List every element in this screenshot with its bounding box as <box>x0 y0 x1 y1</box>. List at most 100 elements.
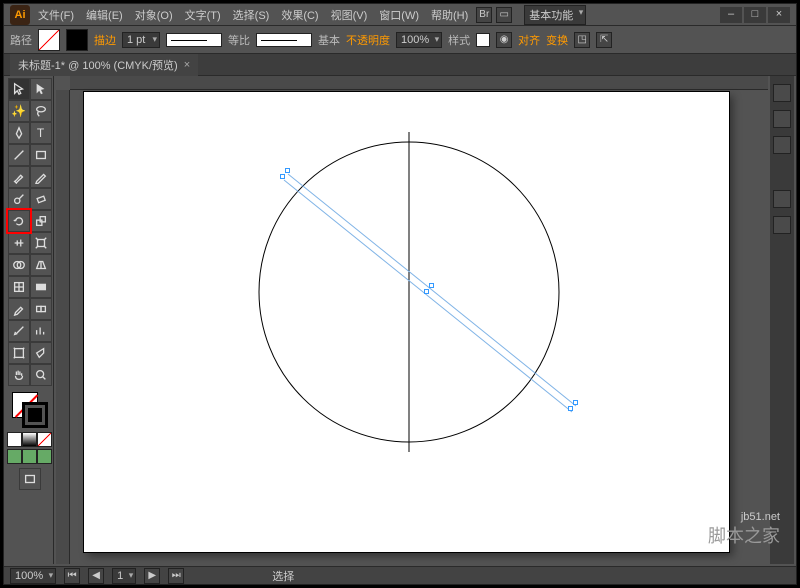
appearance-panel-icon[interactable] <box>773 190 791 208</box>
menu-window[interactable]: 窗口(W) <box>375 5 423 25</box>
menu-bar: Ai 文件(F) 编辑(E) 对象(O) 文字(T) 选择(S) 效果(C) 视… <box>4 4 796 26</box>
edit-icon[interactable]: ⇱ <box>596 32 612 48</box>
direct-selection-tool[interactable] <box>30 78 52 100</box>
document-tab-bar: 未标题-1* @ 100% (CMYK/预览) × <box>4 54 796 76</box>
menu-view[interactable]: 视图(V) <box>327 5 372 25</box>
window-close[interactable]: × <box>768 7 790 23</box>
window-minimize[interactable]: – <box>720 7 742 23</box>
workspace-switcher[interactable]: 基本功能 <box>524 5 586 25</box>
anchor-point[interactable] <box>424 289 429 294</box>
opacity-value[interactable]: 100% <box>396 32 442 48</box>
ruler-horizontal <box>70 76 768 90</box>
swatches-panel-icon[interactable] <box>773 110 791 128</box>
layers-panel-icon[interactable] <box>773 216 791 234</box>
anchor-point[interactable] <box>429 283 434 288</box>
stroke-panel-icon[interactable] <box>773 136 791 154</box>
blob-brush-tool[interactable] <box>8 188 30 210</box>
stroke-swatch[interactable] <box>66 29 88 51</box>
nav-next-icon[interactable]: ▶ <box>144 568 160 584</box>
opacity-label[interactable]: 不透明度 <box>346 32 390 48</box>
stroke-profile[interactable] <box>166 33 222 47</box>
style-label: 样式 <box>448 32 470 48</box>
symbol-sprayer-tool[interactable] <box>8 320 30 342</box>
zoom-level[interactable]: 100% <box>10 568 56 584</box>
fill-stroke-control[interactable] <box>10 390 50 430</box>
nav-last-icon[interactable]: ⏭ <box>168 568 184 584</box>
menu-effect[interactable]: 效果(C) <box>277 5 322 25</box>
rotate-tool[interactable] <box>8 210 30 232</box>
style-swatch[interactable] <box>476 33 490 47</box>
status-bar: 100% ⏮ ◀ 1 ▶ ⏭ 选择 <box>4 566 796 584</box>
free-transform-tool[interactable] <box>30 232 52 254</box>
selected-diagonal-lines <box>281 171 579 415</box>
artboard-tool[interactable] <box>8 342 30 364</box>
stroke-weight[interactable]: 1 pt <box>122 32 160 48</box>
basic-label: 基本 <box>318 32 340 48</box>
menu-object[interactable]: 对象(O) <box>131 5 177 25</box>
pen-tool[interactable] <box>8 122 30 144</box>
slice-tool[interactable] <box>30 342 52 364</box>
ruler-vertical <box>56 90 70 564</box>
anchor-point[interactable] <box>573 400 578 405</box>
anchor-point[interactable] <box>568 406 573 411</box>
perspective-tool[interactable] <box>30 254 52 276</box>
shape-builder-tool[interactable] <box>8 254 30 276</box>
nav-prev-icon[interactable]: ◀ <box>88 568 104 584</box>
mesh-tool[interactable] <box>8 276 30 298</box>
menu-edit[interactable]: 编辑(E) <box>82 5 127 25</box>
rectangle-tool[interactable] <box>30 144 52 166</box>
lasso-tool[interactable] <box>30 100 52 122</box>
hand-tool[interactable] <box>8 364 30 386</box>
right-panel-dock <box>770 76 794 564</box>
stroke-color[interactable] <box>22 402 48 428</box>
menu-select[interactable]: 选择(S) <box>229 5 274 25</box>
paintbrush-tool[interactable] <box>8 166 30 188</box>
column-graph-tool[interactable] <box>30 320 52 342</box>
type-tool[interactable]: T <box>30 122 52 144</box>
anchor-point[interactable] <box>285 168 290 173</box>
path-label: 路径 <box>10 32 32 48</box>
menu-help[interactable]: 帮助(H) <box>427 5 472 25</box>
color-mode-gradient[interactable] <box>22 432 37 447</box>
bridge-icon[interactable]: Br <box>476 7 492 23</box>
eyedropper-tool[interactable] <box>8 298 30 320</box>
stroke-label[interactable]: 描边 <box>94 32 116 48</box>
eraser-tool[interactable] <box>30 188 52 210</box>
screen-mode[interactable] <box>19 468 41 490</box>
nav-first-icon[interactable]: ⏮ <box>64 568 80 584</box>
scale-tool[interactable] <box>30 210 52 232</box>
menu-type[interactable]: 文字(T) <box>181 5 225 25</box>
artboard[interactable] <box>84 92 729 552</box>
zoom-tool[interactable] <box>30 364 52 386</box>
tab-close-icon[interactable]: × <box>184 59 190 71</box>
draw-inside[interactable] <box>37 449 52 464</box>
line-tool[interactable] <box>8 144 30 166</box>
status-mode: 选择 <box>272 568 294 584</box>
brush-def[interactable] <box>256 33 312 47</box>
isolate-icon[interactable]: ◳ <box>574 32 590 48</box>
selection-tool[interactable] <box>8 78 30 100</box>
recolor-icon[interactable]: ◉ <box>496 32 512 48</box>
document-tab[interactable]: 未标题-1* @ 100% (CMYK/预览) × <box>10 54 198 76</box>
transform-label[interactable]: 变换 <box>546 32 568 48</box>
draw-behind[interactable] <box>22 449 37 464</box>
width-tool[interactable] <box>8 232 30 254</box>
color-panel-icon[interactable] <box>773 84 791 102</box>
gradient-tool[interactable] <box>30 276 52 298</box>
artwork <box>84 92 729 552</box>
align-label[interactable]: 对齐 <box>518 32 540 48</box>
blend-tool[interactable] <box>30 298 52 320</box>
screen-mode-row <box>7 449 52 464</box>
fill-swatch[interactable] <box>38 29 60 51</box>
document-tab-title: 未标题-1* @ 100% (CMYK/预览) <box>18 57 178 73</box>
anchor-point[interactable] <box>280 174 285 179</box>
draw-normal[interactable] <box>7 449 22 464</box>
color-mode-solid[interactable] <box>7 432 22 447</box>
color-mode-none[interactable] <box>37 432 52 447</box>
pencil-tool[interactable] <box>30 166 52 188</box>
magic-wand-tool[interactable]: ✨ <box>8 100 30 122</box>
artboard-nav[interactable]: 1 <box>112 568 136 584</box>
menu-file[interactable]: 文件(F) <box>34 5 78 25</box>
arrange-icon[interactable]: ▭ <box>496 7 512 23</box>
window-maximize[interactable]: □ <box>744 7 766 23</box>
